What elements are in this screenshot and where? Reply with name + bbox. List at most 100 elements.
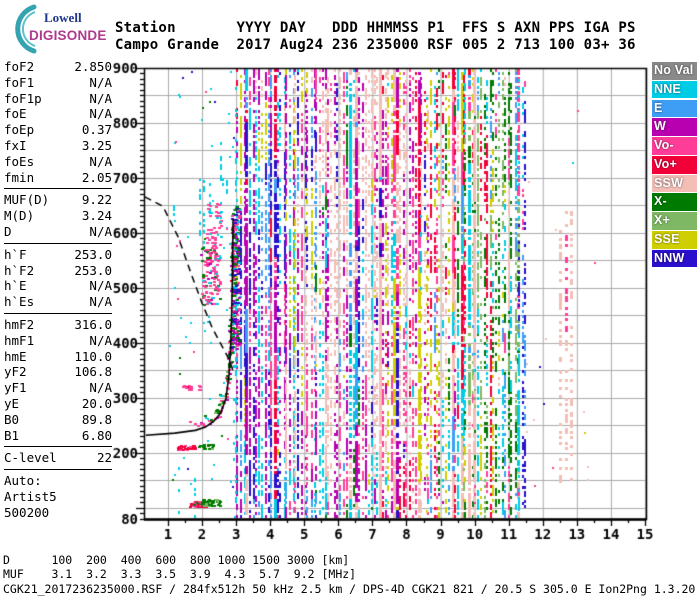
param-label: foF2 xyxy=(4,59,34,75)
param-label: h`Es xyxy=(4,294,34,310)
legend-label: NNW xyxy=(654,251,684,265)
panel-divider xyxy=(4,243,112,244)
param-value: 9.22 xyxy=(82,192,112,208)
param-value: N/A xyxy=(89,278,112,294)
param-label: hmF1 xyxy=(4,333,34,349)
param-row: foF1N/A xyxy=(4,75,114,91)
param-row: foEs N/A xyxy=(4,154,114,170)
param-value: 89.8 xyxy=(82,412,112,428)
legend-item-vo: Vo+ xyxy=(652,156,697,174)
param-label: foF1p xyxy=(4,91,42,107)
legend-item-nnw: NNW xyxy=(652,250,697,268)
param-value: 3.24 xyxy=(82,208,112,224)
param-row: h`F 253.0 xyxy=(4,247,114,263)
param-value: N/A xyxy=(89,333,112,349)
param-label: MUF(D) xyxy=(4,192,49,208)
muf-row: MUF 3.1 3.2 3.3 3.5 3.9 4.3 5.7 9.2 [MHz… xyxy=(3,567,356,581)
param-value: 110.0 xyxy=(74,349,112,365)
ionogram-plot-canvas xyxy=(110,55,655,555)
param-label: yF2 xyxy=(4,364,27,380)
legend-item-e: E xyxy=(652,100,697,118)
legend-item-vo: Vo- xyxy=(652,137,697,155)
param-value: 316.0 xyxy=(74,317,112,333)
param-label: M(D) xyxy=(4,208,34,224)
param-value: N/A xyxy=(89,106,112,122)
parameter-panel: foF22.850foF1N/AfoF1pN/AfoEN/AfoEp0.37fx… xyxy=(4,59,114,521)
legend-label: Vo- xyxy=(654,138,674,152)
param-row: foF22.850 xyxy=(4,59,114,75)
param-label: Auto: xyxy=(4,473,42,489)
param-value: 253.0 xyxy=(74,263,112,279)
param-row: Artist5 xyxy=(4,489,114,505)
param-value: N/A xyxy=(89,154,112,170)
legend-item-x: X+ xyxy=(652,212,697,230)
param-row: Auto: xyxy=(4,473,114,489)
panel-divider xyxy=(4,469,112,470)
header-column-labels: Station YYYY DAY DDD HHMMSS P1 FFS S AXN… xyxy=(115,20,636,36)
param-row: hmE110.0 xyxy=(4,349,114,365)
param-label: D xyxy=(4,224,12,240)
param-label: yE xyxy=(4,396,19,412)
param-row: yE 20.0 xyxy=(4,396,114,412)
param-label: fmin xyxy=(4,170,34,186)
param-label: yF1 xyxy=(4,380,27,396)
legend-label: SSE xyxy=(654,232,680,246)
param-row: fxI 3.25 xyxy=(4,138,114,154)
param-value: 106.8 xyxy=(74,364,112,380)
legend-item-nne: NNE xyxy=(652,81,697,99)
param-row: fmin 2.05 xyxy=(4,170,114,186)
param-value: N/A xyxy=(89,224,112,240)
param-row: D N/A xyxy=(4,224,114,240)
lowell-digisonde-logo: Lowell DIGISONDE xyxy=(4,4,114,54)
legend-label: SSW xyxy=(654,176,683,190)
legend-item-ssw: SSW xyxy=(652,175,697,193)
param-value: N/A xyxy=(89,294,112,310)
param-row: h`F2 253.0 xyxy=(4,263,114,279)
param-label: foE xyxy=(4,106,27,122)
distance-row: D 100 200 400 600 800 1000 1500 3000 [km… xyxy=(3,553,349,567)
param-label: h`E xyxy=(4,278,27,294)
param-row: yF1 N/A xyxy=(4,380,114,396)
param-label: h`F xyxy=(4,247,27,263)
param-value: 0.37 xyxy=(82,122,112,138)
legend-label: NNE xyxy=(654,82,681,96)
legend-label: X- xyxy=(654,194,667,208)
param-row: B1 6.80 xyxy=(4,428,114,444)
param-row: hmF1 N/A xyxy=(4,333,114,349)
param-row: M(D) 3.24 xyxy=(4,208,114,224)
header-station-values: Campo Grande 2017 Aug24 236 235000 RSF 0… xyxy=(115,37,636,53)
param-label: foEs xyxy=(4,154,34,170)
legend-label: E xyxy=(654,101,663,115)
param-row: yF2 106.8 xyxy=(4,364,114,380)
param-value: 20.0 xyxy=(82,396,112,412)
legend-label: No Val xyxy=(654,63,693,77)
legend-label: W xyxy=(654,119,666,133)
legend-item-w: W xyxy=(652,118,697,136)
param-row: B0 89.8 xyxy=(4,412,114,428)
legend-item-noval: No Val xyxy=(652,62,697,80)
legend-label: X+ xyxy=(654,213,670,227)
param-value: N/A xyxy=(89,380,112,396)
param-value: 253.0 xyxy=(74,247,112,263)
digisonde-ionogram-page: Lowell DIGISONDE Station YYYY DAY DDD HH… xyxy=(0,0,700,600)
legend-item-x: X- xyxy=(652,193,697,211)
param-row: foEp0.37 xyxy=(4,122,114,138)
param-label: B0 xyxy=(4,412,19,428)
param-row: foE N/A xyxy=(4,106,114,122)
param-label: h`F2 xyxy=(4,263,34,279)
logo-lowell-text: Lowell xyxy=(44,10,82,26)
param-label: B1 xyxy=(4,428,19,444)
param-label: fxI xyxy=(4,138,27,154)
doppler-direction-legend: No Val NNE EW Vo- Vo+ SSW X- X+ SSE NNW xyxy=(652,62,697,269)
legend-item-sse: SSE xyxy=(652,231,697,249)
param-row: h`E N/A xyxy=(4,278,114,294)
param-label: Artist5 xyxy=(4,489,57,505)
panel-divider xyxy=(4,313,112,314)
file-info-line: CGK21_2017236235000.RSF / 284fx512h 50 k… xyxy=(3,582,695,596)
panel-divider xyxy=(4,188,112,189)
param-value: 3.25 xyxy=(82,138,112,154)
param-value: 2.05 xyxy=(82,170,112,186)
param-row: C-level22 xyxy=(4,450,114,466)
param-value: 6.80 xyxy=(82,428,112,444)
param-label: foF1 xyxy=(4,75,34,91)
